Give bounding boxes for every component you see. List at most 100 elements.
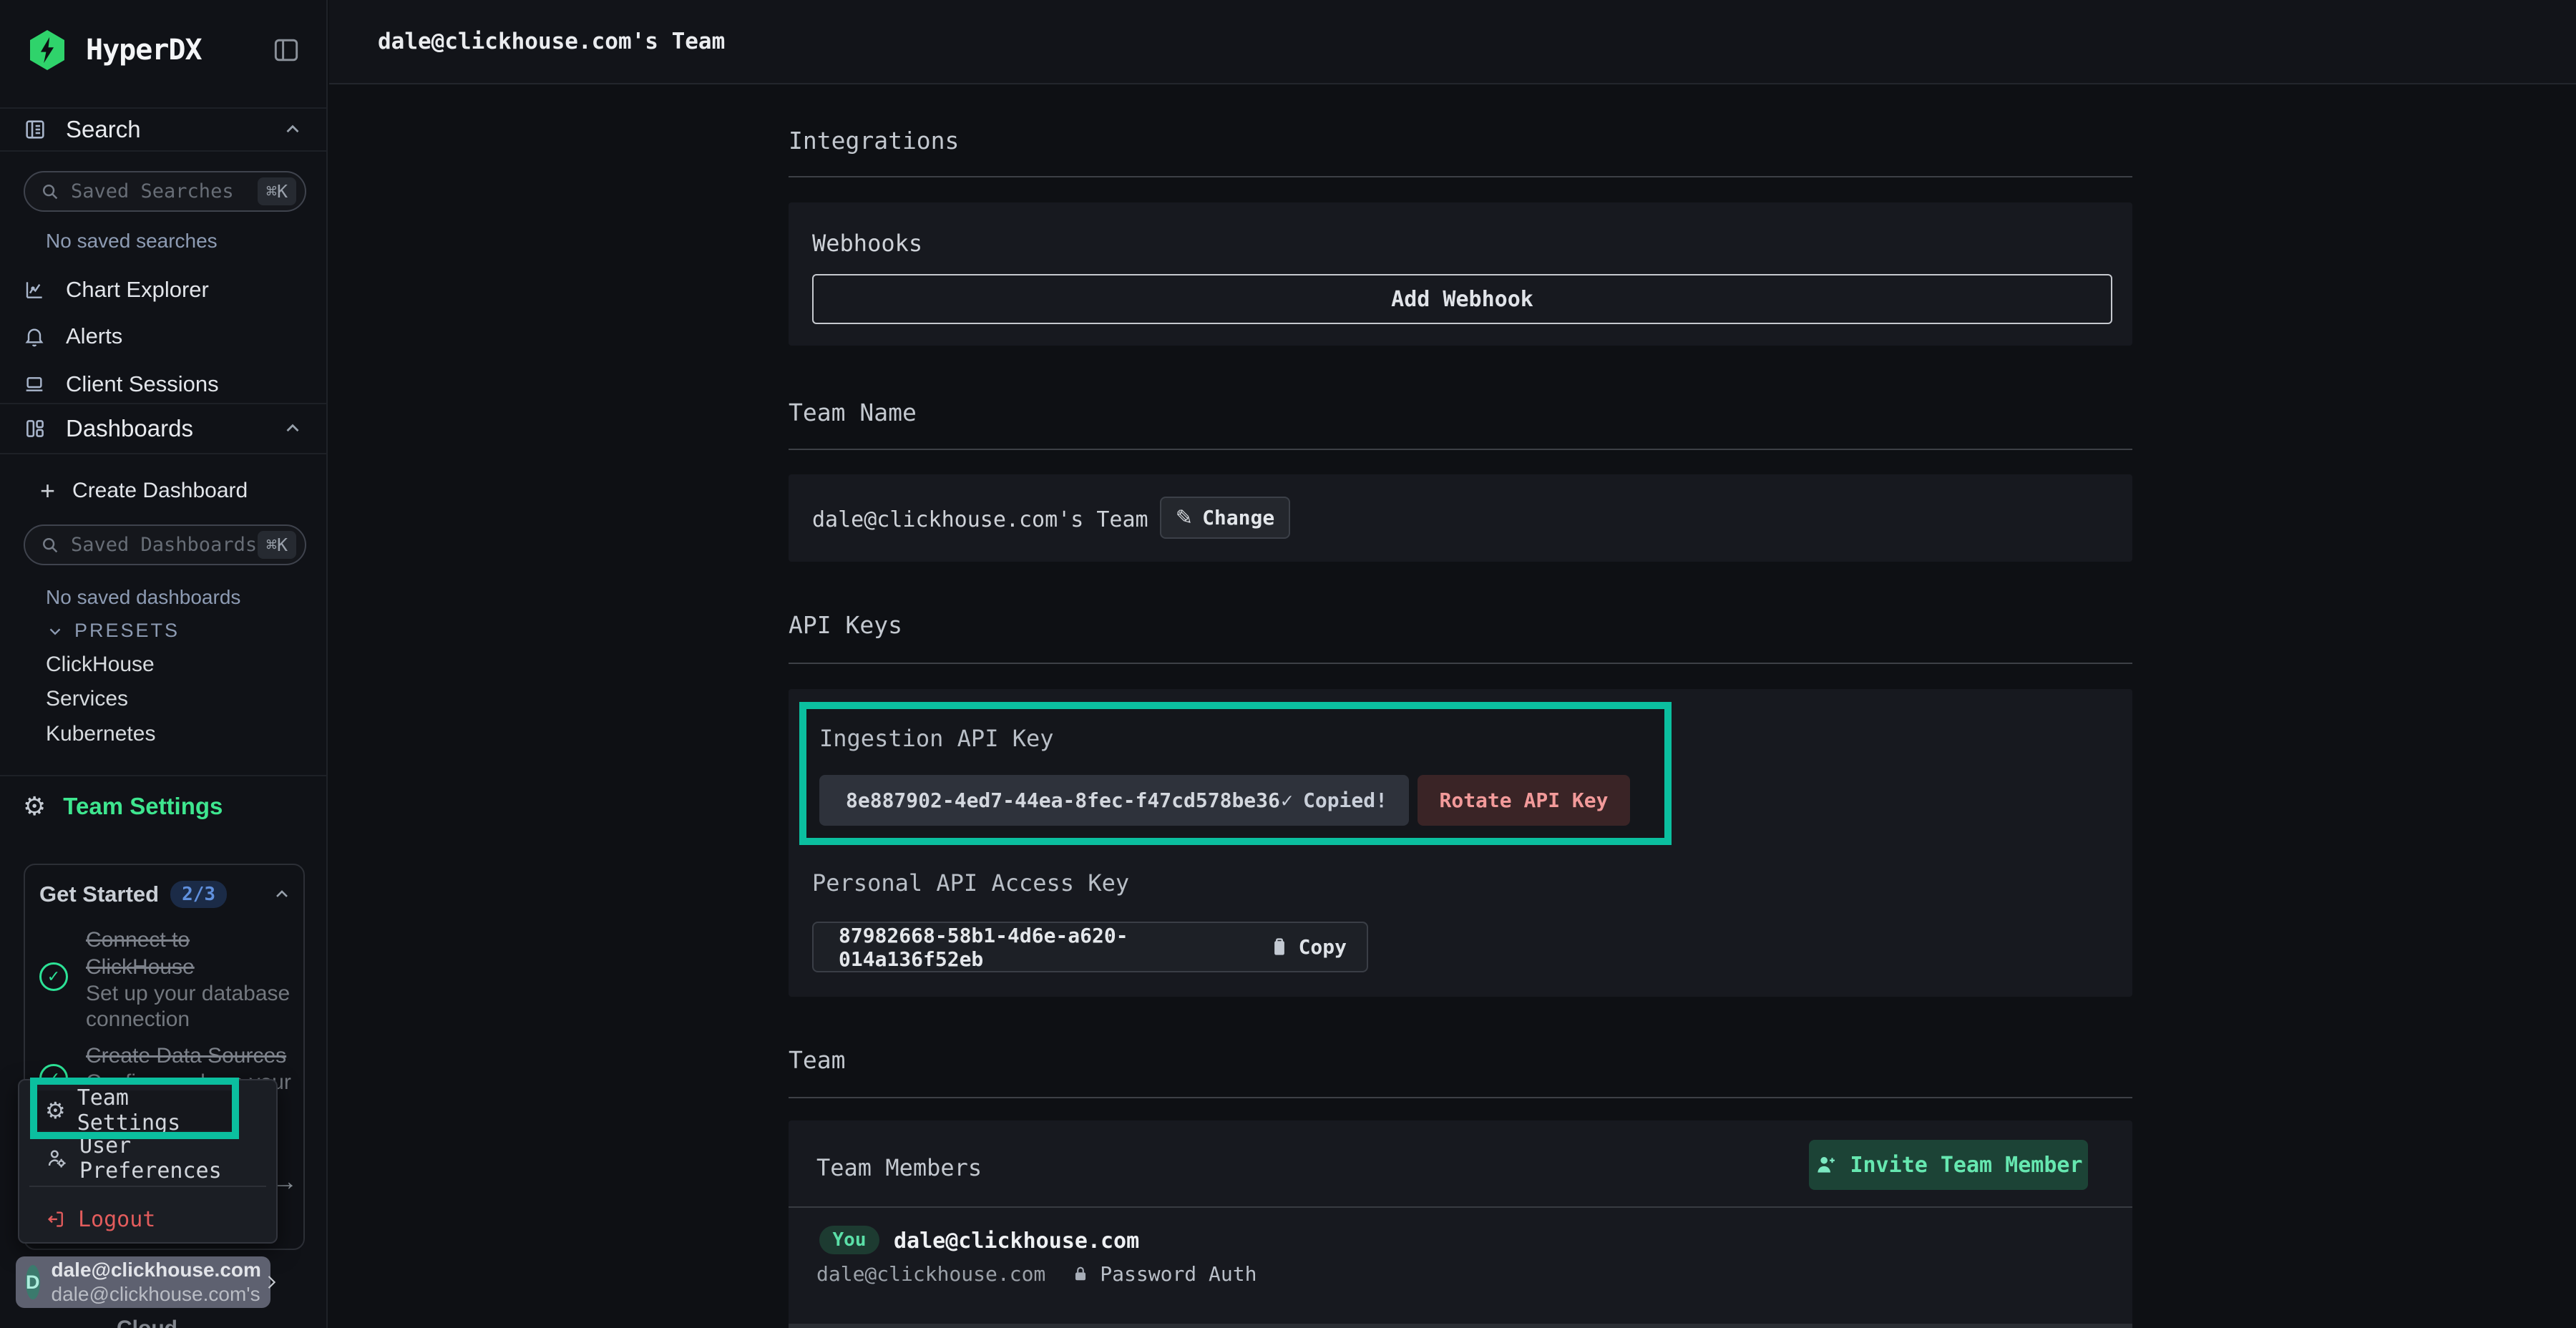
- sidebar-collapse-icon[interactable]: [270, 34, 302, 66]
- menu-item-user-preferences[interactable]: User Preferences: [31, 1138, 266, 1178]
- sidebar-divider: [0, 775, 326, 776]
- create-dashboard-label: Create Dashboard: [72, 479, 248, 503]
- personal-key-value: 87982668-58b1-4d6e-a620-014a136f52eb: [839, 924, 1269, 971]
- presets-toggle[interactable]: PRESETS: [46, 620, 180, 642]
- api-keys-heading: API Keys: [789, 611, 902, 639]
- logo-row[interactable]: HyperDX: [0, 0, 326, 100]
- no-saved-searches-text: No saved searches: [46, 230, 218, 253]
- presets-label: PRESETS: [74, 620, 180, 642]
- preset-item-clickhouse[interactable]: ClickHouse: [46, 653, 155, 677]
- page-header: dale@clickhouse.com's Team: [329, 0, 2576, 84]
- dashboards-section-header[interactable]: Dashboards: [0, 403, 326, 454]
- sidebar: HyperDX Search Saved Searches ⌘K No save…: [0, 0, 328, 1328]
- ingestion-key-value: 8e887902-4ed7-44ea-8fec-f47cd578be36: [846, 788, 1280, 812]
- chevron-up-icon: [272, 884, 292, 904]
- section-divider: [789, 1097, 2132, 1098]
- saved-dashboards-input[interactable]: Saved Dashboards ⌘K: [24, 524, 306, 565]
- team-name-value: dale@clickhouse.com's Team: [812, 507, 1148, 532]
- team-members-card: Team Members Invite Team Member You dale…: [789, 1120, 2132, 1328]
- member-sub-email: dale@clickhouse.com: [816, 1262, 1045, 1286]
- task-title-line: Connect to: [86, 927, 290, 954]
- section-divider: [789, 449, 2132, 450]
- task-title-line: Create Data Sources: [86, 1043, 291, 1070]
- invite-team-member-button[interactable]: Invite Team Member: [1809, 1140, 2088, 1190]
- search-section-label: Search: [66, 116, 141, 143]
- user-email: dale@clickhouse.com: [52, 1260, 261, 1280]
- add-webhook-button[interactable]: Add Webhook: [812, 274, 2112, 324]
- copied-label: Copied!: [1303, 788, 1387, 812]
- app-screen: HyperDX Search Saved Searches ⌘K No save…: [0, 0, 2576, 1328]
- webhooks-title: Webhooks: [812, 230, 922, 257]
- user-account-chip[interactable]: D dale@clickhouse.com dale@clickhouse.co…: [16, 1256, 270, 1308]
- section-divider: [789, 176, 2132, 177]
- sidebar-item-client-sessions[interactable]: Client Sessions: [0, 366, 326, 403]
- annotation-box-ingestion-key: Ingestion API Key 8e887902-4ed7-44ea-8fe…: [799, 702, 1672, 845]
- user-gear-icon: [45, 1147, 68, 1170]
- clipped-overflow-text: Cloud: [117, 1317, 177, 1328]
- auth-method-label: Password Auth: [1100, 1262, 1257, 1286]
- sidebar-item-alerts[interactable]: Alerts: [0, 318, 326, 355]
- sidebar-item-chart-explorer[interactable]: Chart Explorer: [0, 271, 326, 308]
- sidebar-item-label: Chart Explorer: [66, 277, 209, 303]
- check-icon: ✓: [1281, 788, 1293, 812]
- copied-indicator: ✓ Copied!: [1281, 788, 1387, 812]
- preset-item-kubernetes[interactable]: Kubernetes: [46, 722, 155, 746]
- team-settings-label: Team Settings: [63, 793, 223, 820]
- team-members-title: Team Members: [816, 1154, 982, 1181]
- change-team-name-button[interactable]: ✎ Change: [1160, 497, 1290, 539]
- member-email: dale@clickhouse.com: [894, 1229, 1139, 1254]
- chevron-down-icon: [46, 622, 64, 640]
- no-saved-dashboards-text: No saved dashboards: [46, 586, 240, 609]
- shortcut-badge: ⌘K: [258, 177, 296, 205]
- gear-icon: ⚙: [23, 794, 46, 819]
- ingestion-key-chip[interactable]: 8e887902-4ed7-44ea-8fec-f47cd578be36 ✓ C…: [819, 775, 1409, 826]
- search-section-header[interactable]: Search: [0, 107, 326, 152]
- add-user-icon: [1814, 1153, 1838, 1177]
- you-badge: You: [819, 1226, 879, 1254]
- task-subtitle-line: Set up your database: [86, 981, 290, 1007]
- task-title-line: ClickHouse: [86, 954, 290, 981]
- members-divider: [789, 1206, 2132, 1208]
- sidebar-item-label: Alerts: [66, 323, 122, 349]
- user-team: dale@clickhouse.com's: [52, 1284, 261, 1304]
- webhooks-card: Webhooks Add Webhook: [789, 202, 2132, 346]
- team-name-heading: Team Name: [789, 399, 917, 426]
- personal-key-chip[interactable]: 87982668-58b1-4d6e-a620-014a136f52eb Cop…: [812, 922, 1368, 972]
- laptop-icon: [23, 373, 46, 396]
- search-icon: [39, 534, 61, 556]
- avatar: D: [26, 1265, 40, 1299]
- bell-icon: [23, 325, 46, 348]
- ingestion-key-label: Ingestion API Key: [819, 725, 1054, 752]
- menu-item-label: Logout: [78, 1207, 155, 1232]
- chevron-up-icon: [282, 119, 303, 140]
- member-details-row: dale@clickhouse.com Password Auth: [816, 1261, 1257, 1286]
- task-subtitle-line: connection: [86, 1007, 290, 1032]
- create-dashboard-button[interactable]: + Create Dashboard: [0, 472, 326, 509]
- invite-button-label: Invite Team Member: [1850, 1153, 2082, 1178]
- check-circle-icon: ✓: [39, 962, 68, 991]
- saved-searches-placeholder: Saved Searches: [71, 180, 234, 202]
- menu-divider: [29, 1186, 266, 1187]
- shortcut-badge: ⌘K: [258, 531, 296, 559]
- hyperdx-logo-icon: [24, 27, 70, 73]
- bottom-edge-strip: [789, 1324, 2132, 1328]
- saved-searches-input[interactable]: Saved Searches ⌘K: [24, 171, 306, 212]
- menu-item-logout[interactable]: Logout: [31, 1199, 266, 1239]
- rotate-api-key-button[interactable]: Rotate API Key: [1418, 775, 1630, 826]
- pencil-icon: ✎: [1176, 505, 1193, 530]
- saved-dashboards-placeholder: Saved Dashboards: [71, 534, 257, 556]
- search-icon: [39, 181, 61, 202]
- chart-explorer-icon: [23, 278, 46, 301]
- sidebar-item-team-settings[interactable]: ⚙ Team Settings: [0, 787, 326, 826]
- integrations-heading: Integrations: [789, 127, 959, 155]
- annotation-box-team-settings: [30, 1078, 239, 1139]
- section-divider: [789, 663, 2132, 664]
- search-section-icon: [23, 117, 47, 142]
- team-name-card: dale@clickhouse.com's Team ✎ Change: [789, 474, 2132, 562]
- menu-item-label: User Preferences: [79, 1133, 266, 1183]
- lock-icon: [1071, 1264, 1090, 1283]
- get-started-header[interactable]: Get Started 2/3: [39, 881, 292, 908]
- clipboard-icon: [1269, 937, 1290, 958]
- get-started-item-1[interactable]: Connect to ClickHouse Set up your databa…: [86, 927, 290, 1032]
- preset-item-services[interactable]: Services: [46, 687, 128, 711]
